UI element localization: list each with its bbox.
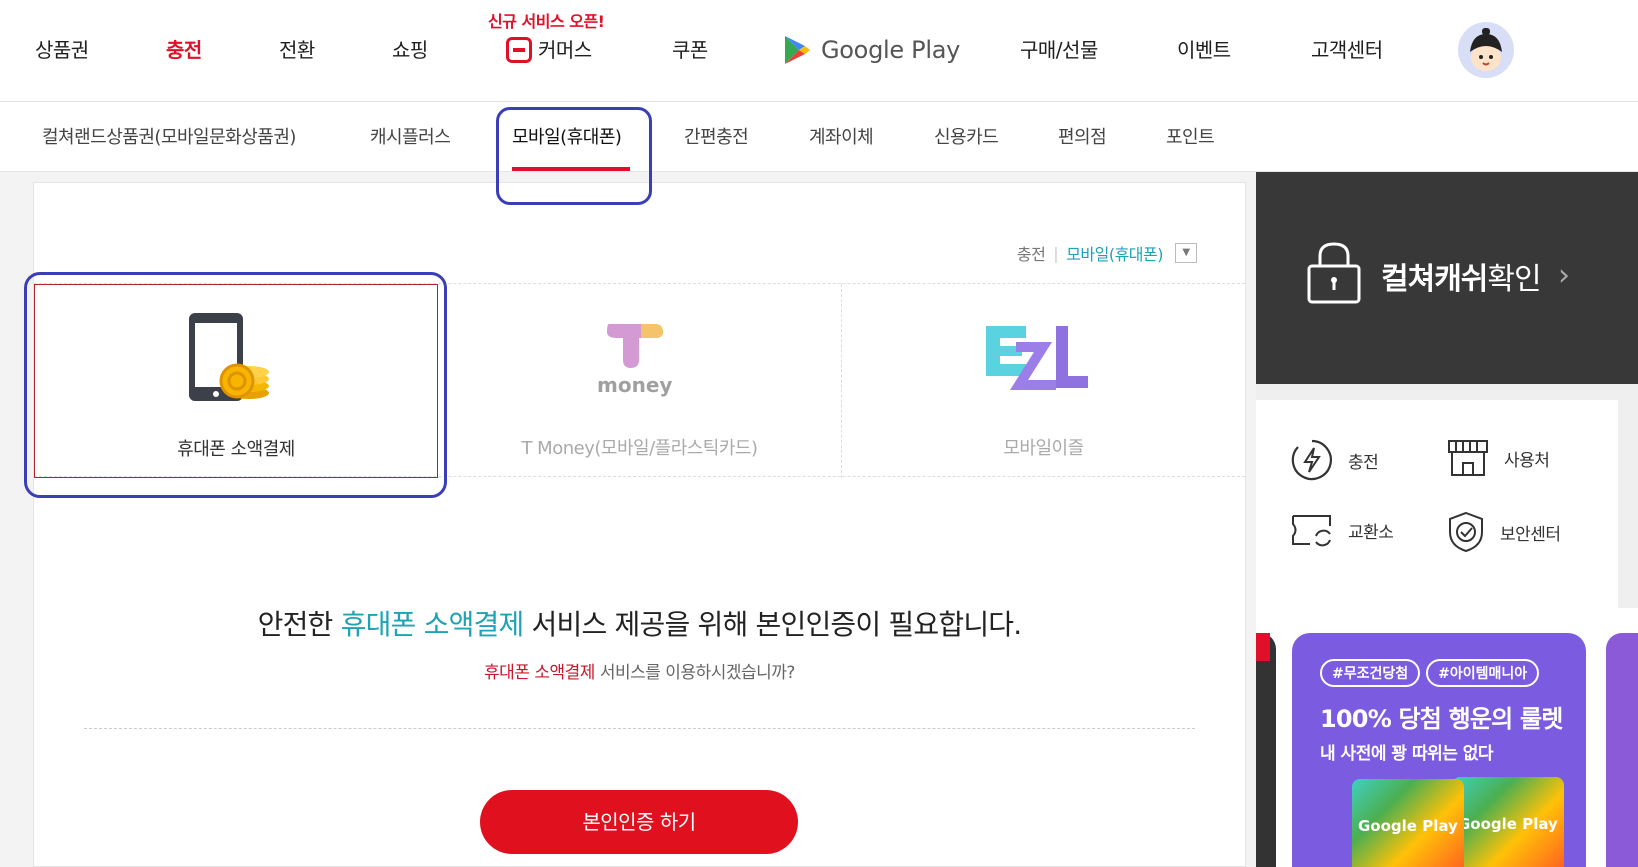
google-play-icon: [785, 36, 810, 64]
lightning-icon: [1291, 439, 1332, 481]
commerce-logo-icon: [506, 36, 532, 63]
quick-menu-security[interactable]: 보안센터: [1446, 510, 1561, 554]
banner-tags: #무조건당첨 #아이템매니아: [1320, 659, 1540, 687]
breadcrumb-separator: |: [1053, 243, 1059, 263]
eezl-logo-icon: [986, 326, 1088, 390]
banner-prev-peek[interactable]: [1256, 633, 1276, 867]
subnav-point[interactable]: 포인트: [1166, 123, 1215, 149]
card-tmoney[interactable]: money T Money(모바일/플라스틱카드): [438, 284, 842, 478]
nav-item-purchase-gift[interactable]: 구매/선물: [1020, 34, 1098, 63]
identity-verify-button[interactable]: 본인인증 하기: [480, 790, 798, 854]
subnav-culture-gift[interactable]: 컬쳐랜드상품권(모바일문화상품권): [42, 123, 296, 149]
culture-cash-check-label: 컬쳐캐쉬확인: [1381, 254, 1542, 298]
sub-nav: 컬쳐랜드상품권(모바일문화상품권) 캐시플러스 모바일(휴대폰) 간편충전 계좌…: [0, 102, 1638, 172]
banner-tag: #무조건당첨: [1320, 659, 1421, 687]
google-play-card-text: Google Play: [1458, 815, 1558, 833]
breadcrumb: 충전 | 모바일(휴대폰) ▼: [1017, 241, 1197, 265]
lock-icon: [1307, 242, 1361, 304]
google-play-card-text: Google Play: [1358, 817, 1458, 835]
quick-menu-label: 보안센터: [1500, 524, 1561, 545]
quick-menu-store[interactable]: 사용처: [1446, 438, 1550, 478]
breadcrumb-dropdown-icon[interactable]: ▼: [1175, 243, 1197, 263]
roulette-event-banner[interactable]: #무조건당첨 #아이템매니아 100% 당첨 행운의 룰렛 내 사전에 꽝 따위…: [1292, 633, 1586, 867]
breadcrumb-parent[interactable]: 충전: [1017, 241, 1046, 265]
quick-menu-exchange[interactable]: 교환소: [1290, 510, 1394, 550]
cash-rest: 확인: [1487, 262, 1541, 297]
quick-menu-label: 충전: [1348, 452, 1379, 473]
avatar-character-icon: [1470, 28, 1502, 71]
subnav-credit-card[interactable]: 신용카드: [934, 123, 999, 149]
nav-item-shopping[interactable]: 쇼핑: [392, 34, 428, 63]
commerce-label: 커머스: [538, 38, 592, 62]
highlight-box-subnav: [496, 107, 652, 205]
msg-prefix: 안전한: [257, 608, 341, 641]
subnav-easy-charge[interactable]: 간편충전: [684, 123, 749, 149]
submsg-highlight: 휴대폰 소액결제: [484, 663, 595, 683]
card-mobile-eezl[interactable]: 모바일이즐: [842, 284, 1245, 478]
nav-item-customer-center[interactable]: 고객센터: [1311, 34, 1383, 63]
verification-question: 휴대폰 소액결제 서비스를 이용하시겠습니까?: [34, 658, 1245, 683]
tmoney-logo-icon: money: [597, 324, 672, 397]
subnav-convenience-store[interactable]: 편의점: [1058, 123, 1107, 149]
quick-menu-charge[interactable]: 충전: [1290, 438, 1379, 482]
card-label: T Money(모바일/플라스틱카드): [521, 438, 758, 459]
card-label: 모바일이즐: [1003, 438, 1084, 459]
subnav-cash-plus[interactable]: 캐시플러스: [370, 123, 451, 149]
breadcrumb-current: 모바일(휴대폰): [1066, 245, 1163, 264]
chevron-right-icon: ›: [1558, 258, 1570, 293]
sidebar-quick-menu: 충전 사용처 교환소 보안센터: [1256, 400, 1618, 608]
nav-item-gift-card[interactable]: 상품권: [35, 34, 89, 63]
exchange-icon: [1292, 515, 1331, 547]
highlight-box-card: [24, 272, 447, 498]
new-service-label: 신규 서비스 오픈!: [488, 12, 605, 31]
google-play-card-back: Google Play: [1452, 777, 1564, 867]
divider: [84, 728, 1195, 729]
user-avatar[interactable]: [1458, 22, 1514, 78]
quick-menu-label: 사용처: [1504, 450, 1550, 471]
top-nav: 상품권 충전 전환 쇼핑 신규 서비스 오픈! 커머스 쿠폰 Google Pl…: [0, 0, 1638, 102]
nav-item-event[interactable]: 이벤트: [1177, 34, 1231, 63]
quick-menu-label: 교환소: [1348, 522, 1394, 543]
msg-highlight: 휴대폰 소액결제: [340, 608, 525, 641]
nav-item-coupon[interactable]: 쿠폰: [672, 34, 708, 63]
banner-next-peek[interactable]: [1606, 633, 1638, 867]
nav-item-commerce[interactable]: 커머스: [506, 34, 592, 65]
msg-suffix: 서비스 제공을 위해 본인인증이 필요합니다.: [523, 608, 1023, 641]
google-play-card-front: Google Play: [1352, 779, 1464, 867]
culture-cash-check-panel[interactable]: 컬쳐캐쉬확인 ›: [1256, 172, 1638, 384]
nav-item-convert[interactable]: 전환: [279, 34, 315, 63]
subnav-bank-transfer[interactable]: 계좌이체: [809, 123, 874, 149]
nav-item-google-play[interactable]: Google Play: [783, 30, 960, 70]
banner-prev-badge: [1256, 633, 1270, 661]
tmoney-logo-text: money: [597, 373, 672, 397]
banner-subtitle: 내 사전에 꽝 따위는 없다: [1320, 744, 1494, 764]
cash-bold: 컬쳐캐쉬: [1381, 262, 1488, 297]
google-play-label: Google Play: [821, 36, 961, 64]
verification-message: 안전한 휴대폰 소액결제 서비스 제공을 위해 본인인증이 필요합니다.: [34, 603, 1245, 643]
nav-item-charge[interactable]: 충전: [166, 34, 202, 63]
banner-title: 100% 당첨 행운의 룰렛: [1320, 705, 1563, 733]
banner-tag: #아이템매니아: [1426, 659, 1540, 687]
shield-icon: [1449, 511, 1483, 553]
submsg-suffix: 서비스를 이용하시겠습니까?: [594, 663, 796, 683]
store-icon: [1448, 440, 1488, 476]
